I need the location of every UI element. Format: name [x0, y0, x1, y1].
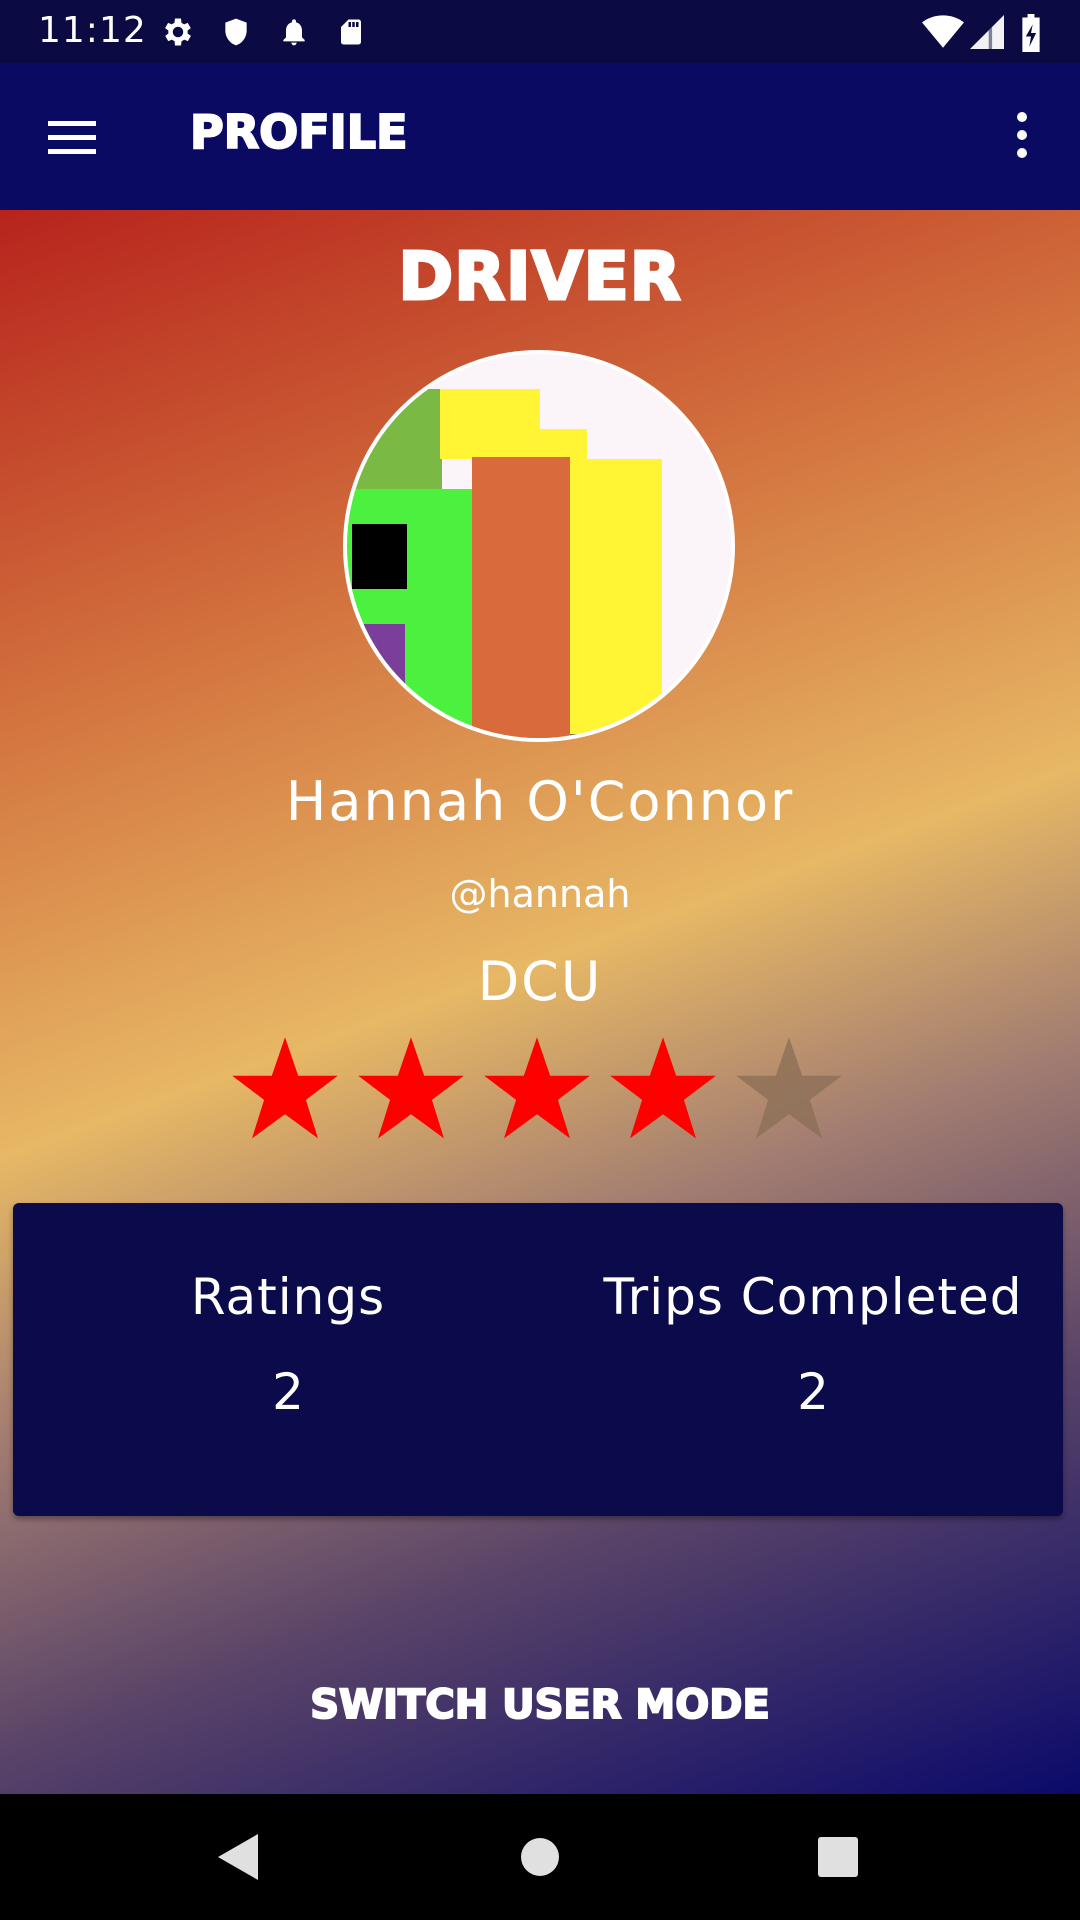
battery-icon	[1022, 14, 1040, 52]
hamburger-menu-icon[interactable]	[40, 113, 104, 163]
ratings-value: 2	[272, 1363, 304, 1421]
wifi-icon	[922, 15, 964, 48]
recents-icon[interactable]	[798, 1824, 878, 1890]
profile-content: DRIVER Hannah O'Connor @hannah DCU Ratin…	[0, 210, 1080, 1794]
trips-label: Trips Completed	[603, 1268, 1023, 1326]
shield-icon	[225, 18, 247, 46]
sd-card-icon	[341, 19, 361, 45]
home-icon[interactable]	[500, 1824, 580, 1890]
navigation-bar	[0, 1794, 1080, 1920]
star-filled-icon[interactable]	[356, 1035, 466, 1145]
star-filled-icon[interactable]	[608, 1035, 718, 1145]
rating-stars[interactable]	[230, 1035, 850, 1145]
trips-value: 2	[797, 1363, 829, 1421]
more-vert-icon[interactable]	[1000, 108, 1044, 164]
back-icon[interactable]	[200, 1824, 280, 1890]
user-mode-title: DRIVER	[397, 237, 682, 317]
signal-icon	[970, 15, 1004, 49]
user-handle: @hannah	[449, 872, 631, 916]
page-title: Profile	[189, 104, 409, 160]
avatar[interactable]	[343, 350, 735, 742]
ratings-label: Ratings	[190, 1268, 386, 1326]
app-bar: Profile	[0, 63, 1080, 210]
switch-user-mode-button[interactable]: SWITCH USER MODE	[240, 1665, 840, 1745]
star-filled-icon[interactable]	[482, 1035, 592, 1145]
star-filled-icon[interactable]	[230, 1035, 340, 1145]
user-organization: DCU	[477, 950, 603, 1013]
status-time: 11:12	[38, 10, 147, 51]
gear-icon	[165, 18, 191, 46]
bell-icon	[283, 19, 305, 46]
avatar-image	[347, 354, 731, 738]
star-empty-icon[interactable]	[734, 1035, 844, 1145]
stats-card: Ratings 2 Trips Completed 2	[13, 1203, 1063, 1516]
user-name: Hannah O'Connor	[285, 770, 795, 833]
status-bar: 11:12	[0, 0, 1080, 63]
